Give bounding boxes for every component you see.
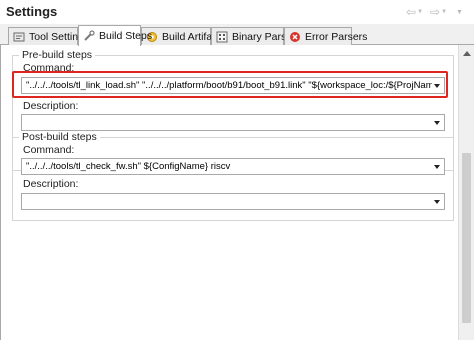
pre-build-command-combo[interactable]: "../../../tools/tl_link_load.sh" "../../… — [21, 77, 445, 94]
chevron-down-icon[interactable] — [434, 121, 440, 125]
tab-tool-settings[interactable]: Tool Settings — [8, 27, 89, 45]
pre-build-command-value: "../../../tools/tl_link_load.sh" "../../… — [26, 80, 432, 91]
chevron-down-icon[interactable] — [434, 84, 440, 88]
forward-button[interactable]: ⇨ ▼ — [430, 5, 447, 19]
tool-settings-icon — [13, 31, 25, 43]
pre-build-description-label: Description: — [23, 100, 79, 112]
post-build-group-label: Post-build steps — [19, 131, 100, 143]
vertical-scrollbar[interactable] — [458, 45, 474, 340]
view-menu-button[interactable]: ▼ — [455, 5, 463, 19]
arrow-right-icon: ⇨ — [430, 5, 441, 19]
scroll-up-icon[interactable] — [463, 51, 471, 56]
wrench-icon — [83, 30, 95, 42]
post-build-description-combo[interactable] — [21, 193, 445, 210]
pre-build-command-label: Command: — [23, 62, 75, 74]
tab-binary-parsers[interactable]: Binary Parsers — [211, 27, 301, 45]
build-steps-panel: Pre-build steps Command: "../../../tools… — [0, 45, 458, 340]
post-build-command-label: Command: — [23, 144, 75, 156]
scrollbar-thumb[interactable] — [462, 153, 471, 323]
post-build-command-combo[interactable]: "../../../tools/tl_check_fw.sh" ${Config… — [21, 158, 445, 175]
tab-bar: Tool Settings Build Steps Build Artifact… — [0, 24, 474, 46]
chevron-down-icon: ▼ — [441, 9, 448, 15]
chevron-down-icon[interactable] — [434, 165, 440, 169]
chevron-down-icon: ▼ — [456, 8, 463, 16]
pre-build-group-label: Pre-build steps — [19, 49, 96, 61]
error-parsers-icon — [289, 31, 301, 43]
arrow-left-icon: ⇦ — [406, 5, 417, 19]
binary-parsers-icon — [216, 31, 228, 43]
back-button[interactable]: ⇦ ▼ — [406, 5, 423, 19]
pre-build-description-combo[interactable] — [21, 114, 445, 131]
settings-header: Settings ⇦ ▼ ⇨ ▼ ▼ — [0, 0, 474, 24]
page-title: Settings — [6, 4, 58, 19]
chevron-down-icon: ▼ — [417, 9, 424, 15]
post-build-command-value: "../../../tools/tl_check_fw.sh" ${Config… — [26, 161, 231, 172]
post-build-description-label: Description: — [23, 178, 79, 190]
tab-error-parsers[interactable]: Error Parsers — [284, 27, 367, 45]
post-build-group: Post-build steps Command: "../../../tool… — [12, 131, 454, 221]
tab-build-steps[interactable]: Build Steps — [78, 25, 152, 46]
chevron-down-icon[interactable] — [434, 200, 440, 204]
